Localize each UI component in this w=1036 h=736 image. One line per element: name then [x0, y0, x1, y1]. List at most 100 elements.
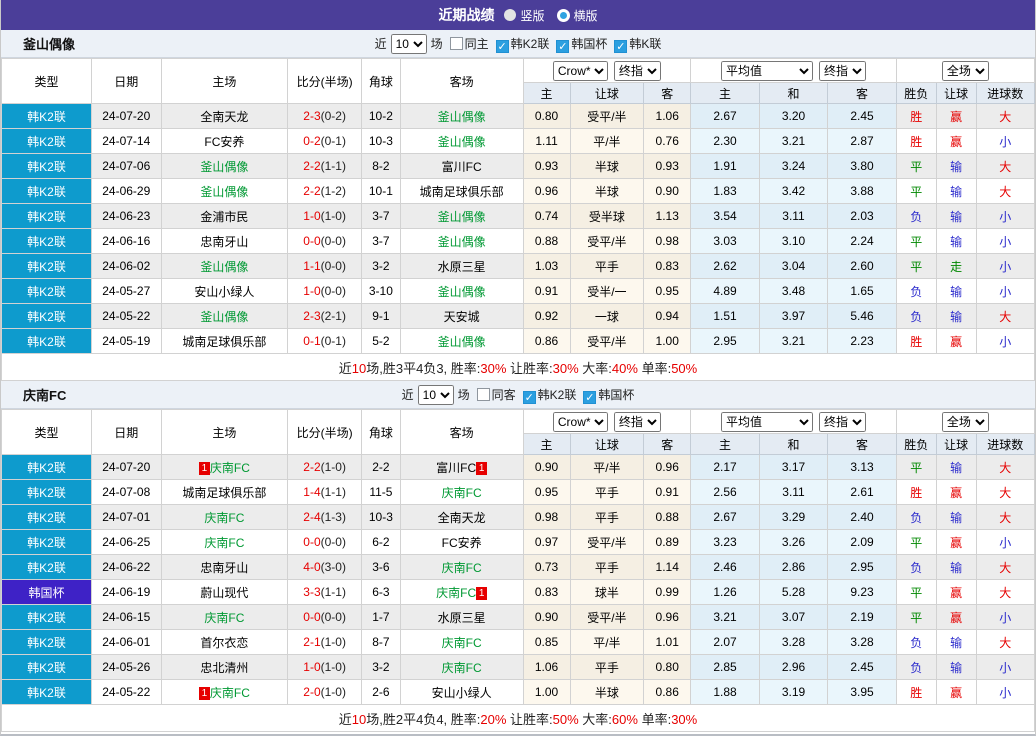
team-name: 忠北清州 [200, 660, 249, 675]
goals-result-cell: 大 [975, 454, 1035, 480]
col-goals-result: 进球数 [975, 433, 1035, 455]
league-type-cell: 韩K2联 [1, 328, 92, 354]
scope-select[interactable]: 全场 [941, 60, 989, 81]
score-cell: 2-0(1-0) [287, 679, 362, 705]
team-name: 釜山偶像 [200, 259, 249, 274]
odds-source-select[interactable]: Crow* [552, 60, 608, 81]
full-time-score: 1-0 [303, 284, 321, 298]
team-name: 庆南FC [204, 535, 245, 550]
corner-cell: 2-6 [360, 679, 401, 705]
average-select[interactable]: 平均值 [721, 411, 814, 432]
avg-odds-cell: 3.03 [690, 228, 760, 254]
league-checkbox[interactable]: ✓ [495, 39, 509, 53]
half-time-score: (0-0) [320, 610, 346, 624]
handicap-result-cell: 走 [935, 253, 977, 279]
avg-odds-cell: 3.48 [758, 278, 829, 304]
team-name: 庆南FC [436, 585, 477, 600]
score-cell: 0-0(0-0) [287, 604, 362, 630]
away-team-cell: 釜山偶像 [399, 328, 524, 354]
avg-odds-cell: 2.67 [690, 504, 760, 530]
corner-cell: 5-2 [360, 328, 401, 354]
handicap-result-cell: 输 [935, 654, 977, 680]
recent-count-select[interactable]: 10 [417, 384, 454, 405]
same-venue-label: 同客 [491, 388, 516, 402]
home-team-cell: 釜山偶像 [160, 178, 289, 204]
half-time-score: (0-0) [320, 259, 346, 273]
result-cell: 平 [895, 529, 937, 555]
team-name: 庆南FC [204, 610, 245, 625]
final-average-select[interactable]: 终指 [819, 411, 867, 432]
scope-select[interactable]: 全场 [941, 411, 989, 432]
radio-label-horizontal: 横版 [573, 8, 598, 23]
odds-cell: 0.85 [522, 629, 571, 655]
score-cell: 4-0(3-0) [287, 554, 362, 580]
layout-radio-group: 竖版 横版 [504, 7, 598, 24]
handicap-result-cell: 赢 [935, 328, 977, 354]
odds-cell: 0.97 [522, 529, 571, 555]
rank-badge: 1 [476, 461, 488, 475]
layout-radio-vertical[interactable]: 竖版 [504, 7, 545, 24]
panel-titlebar: 近期战绩 竖版 横版 [1, 0, 1035, 30]
dropdown-header-row: 类型 日期 主场 比分(半场) 角球 客场 Crow* 终指 平均值 终指 全场 [1, 409, 1035, 455]
league-type-cell: 韩K2联 [1, 253, 92, 279]
same-venue-checkbox[interactable] [449, 37, 463, 50]
full-time-score: 2-0 [303, 685, 321, 699]
average-odds-header: 平均值 终指 [690, 409, 897, 434]
avg-odds-cell: 3.13 [827, 454, 897, 480]
final-average-select[interactable]: 终指 [819, 60, 867, 81]
final-odds-select[interactable]: 终指 [613, 60, 661, 81]
league-checkbox[interactable]: ✓ [583, 390, 597, 404]
home-team-cell: 庆南FC [160, 529, 289, 555]
full-time-score: 0-2 [303, 134, 321, 148]
odds-cell: 0.88 [522, 228, 571, 254]
team-name: FC安养 [441, 535, 482, 550]
odds-cell: 0.83 [643, 253, 692, 279]
league-checkbox[interactable]: ✓ [614, 39, 628, 53]
avg-odds-cell: 2.95 [690, 328, 760, 354]
full-time-score: 1-4 [303, 485, 321, 499]
dropdown-header-row: 类型 日期 主场 比分(半场) 角球 客场 Crow* 终指 平均值 终指 全场 [1, 58, 1035, 104]
avg-odds-cell: 2.07 [690, 629, 760, 655]
goals-result-cell: 大 [975, 153, 1035, 179]
league-checkbox[interactable]: ✓ [556, 39, 570, 53]
result-cell: 负 [895, 303, 937, 329]
away-team-cell: 釜山偶像 [399, 228, 524, 254]
league-filter-group: ✓ 韩K2联 ✓ 韩国杯 [516, 386, 634, 404]
panel-title: 近期战绩 [438, 7, 495, 23]
home-team-cell: 忠北清州 [160, 654, 289, 680]
recent-label: 近 [401, 388, 414, 402]
score-cell: 2-2(1-1) [287, 153, 362, 179]
col-score: 比分(半场) [287, 58, 362, 104]
odds-source-select[interactable]: Crow* [552, 411, 608, 432]
col-avg-home: 主 [690, 82, 760, 104]
score-cell: 2-2(1-2) [287, 178, 362, 204]
filters-bar: 近 10 场 同主 ✓ 韩K2联 ✓ 韩国杯 ✓ 韩K联 [375, 33, 661, 54]
odds-cell: 0.90 [522, 454, 571, 480]
col-odds-handicap: 让球 [569, 433, 645, 455]
full-time-score: 2-3 [303, 309, 321, 323]
radio-selected-icon [504, 9, 517, 21]
avg-odds-cell: 3.29 [758, 504, 829, 530]
home-team-cell: 1 庆南FC [160, 679, 289, 705]
final-odds-select[interactable]: 终指 [613, 411, 661, 432]
result-cell: 平 [895, 153, 937, 179]
average-select[interactable]: 平均值 [721, 60, 814, 81]
odds-cell: 0.74 [522, 203, 571, 229]
goals-result-cell: 小 [975, 128, 1035, 154]
odds-cell: 1.00 [522, 679, 571, 705]
league-checkbox[interactable]: ✓ [522, 390, 536, 404]
score-cell: 0-0(0-0) [287, 228, 362, 254]
away-team-cell: FC安养 [399, 529, 524, 555]
layout-radio-horizontal[interactable]: 横版 [556, 7, 598, 24]
recent-count-select[interactable]: 10 [390, 33, 427, 54]
odds-source-header: Crow* 终指 [522, 409, 692, 434]
same-venue-checkbox[interactable] [476, 388, 490, 401]
home-team-cell: 忠南牙山 [160, 554, 289, 580]
avg-odds-cell: 3.23 [690, 529, 760, 555]
date-cell: 24-07-06 [90, 153, 162, 179]
goals-result-cell: 大 [975, 178, 1035, 204]
date-cell: 24-07-14 [90, 128, 162, 154]
odds-cell: 受半/一 [569, 278, 645, 304]
team-name: 庆南FC [209, 685, 250, 700]
half-time-score: (0-0) [320, 535, 346, 549]
